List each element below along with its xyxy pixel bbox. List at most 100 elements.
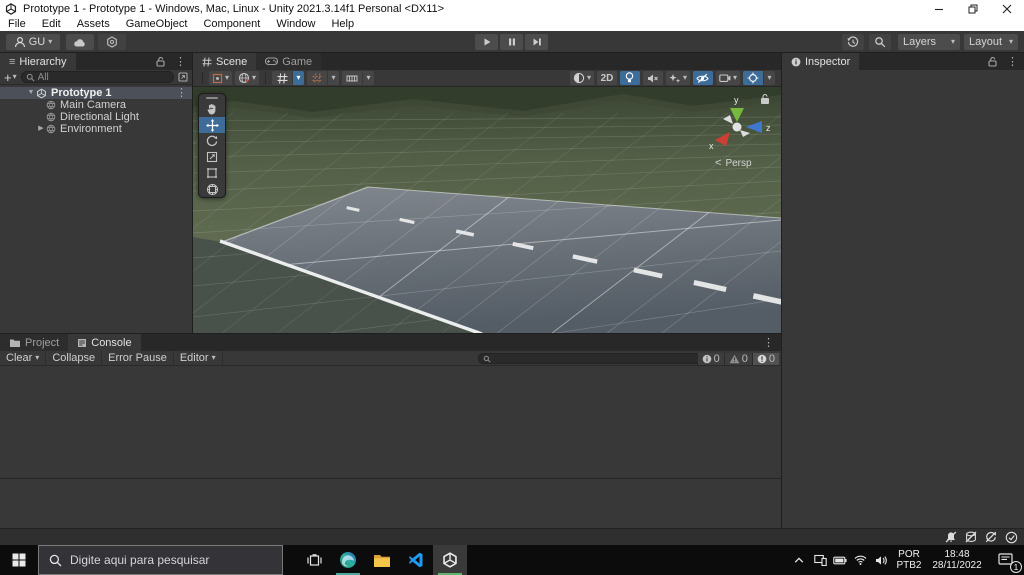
menu-window[interactable]: Window: [268, 18, 323, 30]
task-view-button[interactable]: [297, 545, 331, 575]
projection-toggle[interactable]: < Persp: [715, 157, 752, 169]
transform-tool[interactable]: [199, 181, 225, 197]
scene-kebab-icon[interactable]: ⋮: [171, 87, 192, 99]
search-everything-button[interactable]: [869, 34, 891, 50]
2d-toggle-button[interactable]: 2D: [596, 71, 617, 85]
rotate-tool[interactable]: [199, 133, 225, 149]
layers-dropdown[interactable]: Layers ▾: [898, 34, 960, 50]
taskbar-search-box[interactable]: [38, 545, 283, 575]
action-center-button[interactable]: 1: [988, 545, 1024, 575]
taskbar-edge-button[interactable]: [331, 545, 365, 575]
grid-visibility-button[interactable]: [272, 71, 293, 85]
tray-volume-icon[interactable]: [870, 545, 892, 575]
scene-camera-dropdown[interactable]: ▾: [715, 71, 740, 85]
console-editor-dropdown[interactable]: Editor ▾: [174, 351, 223, 365]
taskbar-search-input[interactable]: [70, 553, 272, 567]
menu-component[interactable]: Component: [195, 18, 268, 30]
grid-snap-dropdown[interactable]: ▾: [328, 71, 340, 85]
menu-file[interactable]: File: [0, 18, 34, 30]
tray-wifi-icon[interactable]: [850, 545, 870, 575]
scene-picker-icon[interactable]: [178, 72, 188, 82]
close-button[interactable]: [990, 0, 1024, 17]
gizmos-dropdown[interactable]: ▾: [764, 71, 775, 85]
tab-hierarchy[interactable]: ≡ Hierarchy: [0, 53, 76, 70]
inspector-lock-icon[interactable]: [984, 53, 1001, 70]
expander-closed-icon[interactable]: ▶: [36, 123, 46, 135]
tray-show-hidden-icons-button[interactable]: [788, 545, 810, 575]
view-hand-tool[interactable]: [199, 101, 225, 117]
palette-drag-handle[interactable]: [199, 94, 225, 101]
console-panel-kebab-icon[interactable]: ⋮: [756, 334, 781, 351]
start-button[interactable]: [0, 545, 38, 575]
tree-row-environment[interactable]: ▶ Environment: [0, 123, 192, 135]
tree-row-main-camera[interactable]: Main Camera: [0, 99, 192, 111]
shading-mode-dropdown[interactable]: ▾: [569, 71, 594, 85]
tree-row-directional-light[interactable]: Directional Light: [0, 111, 192, 123]
pause-button[interactable]: [500, 34, 523, 50]
cache-server-disconnected-icon[interactable]: [965, 531, 977, 543]
scene-audio-toggle[interactable]: [642, 71, 663, 85]
cloud-services-button[interactable]: [66, 34, 94, 50]
info-count-toggle[interactable]: 0: [696, 352, 724, 365]
tool-settings-pivot-dropdown[interactable]: ▾: [209, 71, 233, 85]
scene-effects-dropdown[interactable]: ▾: [665, 71, 690, 85]
move-tool[interactable]: [199, 117, 225, 133]
hierarchy-search-field[interactable]: [20, 71, 174, 83]
console-search-field[interactable]: [478, 353, 706, 364]
gizmos-toggle-button[interactable]: [743, 71, 763, 85]
hierarchy-menu-kebab-icon[interactable]: ⋮: [169, 53, 192, 70]
warning-count-toggle[interactable]: 0: [723, 352, 752, 365]
undo-history-button[interactable]: [842, 34, 864, 50]
background-tasks-icon[interactable]: [1005, 531, 1018, 544]
menu-edit[interactable]: Edit: [34, 18, 69, 30]
account-dropdown[interactable]: GU ▾: [6, 34, 60, 50]
tab-console[interactable]: Console: [68, 334, 141, 351]
console-error-pause-button[interactable]: Error Pause: [102, 351, 174, 365]
tray-device-icon[interactable]: [810, 545, 830, 575]
snap-increment-dropdown[interactable]: ▾: [363, 71, 375, 85]
tree-row-scene[interactable]: ▼ Prototype 1 ⋮: [0, 87, 192, 99]
console-clear-dropdown[interactable]: Clear ▾: [0, 351, 47, 365]
snap-increment-button[interactable]: [342, 71, 363, 85]
restore-button[interactable]: [956, 0, 990, 17]
tool-settings-orientation-dropdown[interactable]: ▾: [235, 71, 260, 85]
tray-battery-icon[interactable]: [830, 545, 850, 575]
tab-game[interactable]: Game: [256, 53, 322, 70]
rect-tool[interactable]: [199, 165, 225, 181]
expander-open-icon[interactable]: ▼: [26, 87, 36, 99]
create-object-button[interactable]: + ▾: [4, 71, 17, 84]
auto-refresh-off-icon[interactable]: [985, 531, 997, 543]
tab-inspector[interactable]: Inspector: [782, 53, 860, 70]
play-button[interactable]: [475, 34, 498, 50]
menu-assets[interactable]: Assets: [69, 18, 118, 30]
taskbar-unity-button[interactable]: [433, 545, 467, 575]
taskbar-file-explorer-button[interactable]: [365, 545, 399, 575]
minimize-button[interactable]: [922, 0, 956, 17]
scale-tool[interactable]: [199, 149, 225, 165]
version-control-button[interactable]: [98, 34, 126, 50]
tray-language-indicator[interactable]: POR PTB2: [892, 549, 926, 571]
tab-project[interactable]: Project: [0, 334, 69, 351]
console-log-area[interactable]: [0, 366, 781, 479]
taskbar-vscode-button[interactable]: [399, 545, 433, 575]
error-count-toggle[interactable]: 0: [751, 352, 779, 365]
layout-dropdown[interactable]: Layout ▾: [964, 34, 1018, 50]
console-collapse-button[interactable]: Collapse: [46, 351, 103, 365]
console-search-input[interactable]: [494, 353, 701, 364]
2d-label: 2D: [600, 72, 614, 84]
notifications-muted-icon[interactable]: [945, 531, 957, 543]
hierarchy-search-input[interactable]: [37, 71, 169, 83]
hierarchy-lock-icon[interactable]: [152, 53, 169, 70]
scene-viewport[interactable]: y z x < Persp: [193, 87, 781, 333]
menu-gameobject[interactable]: GameObject: [118, 18, 196, 30]
scene-visibility-toggle[interactable]: [692, 71, 713, 85]
info-icon: [702, 354, 712, 364]
scene-lighting-toggle[interactable]: [619, 71, 640, 85]
menu-help[interactable]: Help: [323, 18, 362, 30]
grid-visibility-dropdown[interactable]: ▾: [293, 71, 305, 85]
step-button[interactable]: [525, 34, 548, 50]
tab-scene[interactable]: Scene: [193, 53, 257, 70]
tray-clock[interactable]: 18:48 28/11/2022: [926, 549, 988, 571]
grid-snap-button[interactable]: [307, 71, 328, 85]
inspector-menu-kebab-icon[interactable]: ⋮: [1001, 53, 1024, 70]
